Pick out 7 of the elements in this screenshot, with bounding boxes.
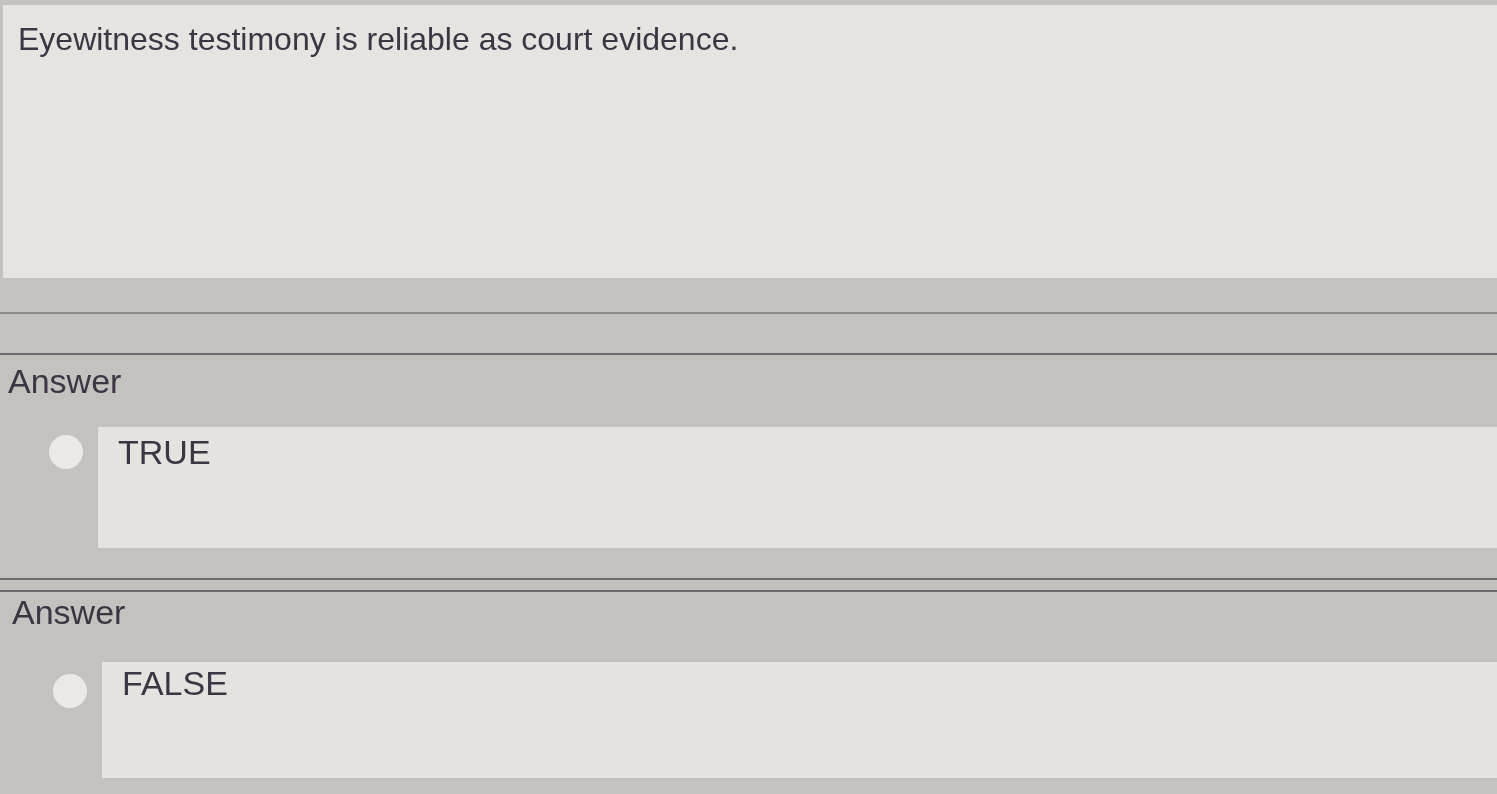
- answer-heading: Answer: [8, 364, 122, 399]
- option-label[interactable]: FALSE: [102, 662, 1497, 779]
- question-text: Eyewitness testimony is reliable as court evidence.: [18, 20, 739, 57]
- radio-button[interactable]: [49, 435, 83, 470]
- radio-button[interactable]: [53, 674, 87, 709]
- option-label[interactable]: TRUE: [98, 427, 1497, 549]
- answer-heading: Answer: [12, 595, 126, 630]
